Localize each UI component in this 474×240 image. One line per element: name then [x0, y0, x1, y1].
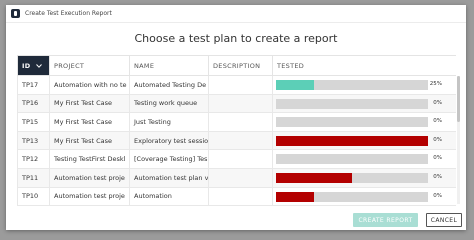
- cell-tested: 0%: [272, 167, 456, 188]
- test-plan-table: ID PROJECT NAME DESCRIPTION TESTED TP17 A…: [17, 55, 456, 207]
- table-row[interactable]: TP12 Testing TestFirst Deskl [Coverage Tes…: [17, 149, 456, 169]
- progress-bar: [276, 135, 428, 146]
- cell-project: Automation test proje: [49, 167, 130, 188]
- cell-project: My First Test Case: [49, 93, 130, 114]
- progress-percent: 0%: [433, 192, 442, 199]
- cell-name: Testing work queue: [129, 93, 209, 114]
- progress-percent: 0%: [433, 173, 442, 180]
- progress-percent: 0%: [433, 155, 442, 162]
- cell-name: Just Testing: [129, 112, 209, 132]
- table-row[interactable]: TP15 My First Test Case Just Testing 0%: [17, 112, 456, 132]
- create-report-dialog: Create Test Execution Report Choose a te…: [6, 5, 466, 230]
- table-row[interactable]: TP13 My First Test Case Exploratory test s…: [17, 130, 456, 151]
- chevron-down-icon: [36, 63, 42, 68]
- cell-name: Automation test plan v: [129, 167, 209, 188]
- cell-tested: 0%: [272, 130, 456, 151]
- test-plan-table-container: ID PROJECT NAME DESCRIPTION TESTED TP17 A…: [17, 55, 456, 207]
- cell-tested: 0%: [272, 112, 456, 132]
- cell-description: [208, 112, 273, 132]
- create-report-button[interactable]: CREATE REPORT: [353, 213, 418, 227]
- cell-description: [208, 75, 273, 95]
- cell-tested: 0%: [272, 186, 456, 207]
- cancel-button[interactable]: CANCEL: [426, 213, 462, 227]
- cell-id: TP16: [17, 93, 50, 114]
- progress-bar: [276, 98, 428, 109]
- cell-project: Testing TestFirst Deskl: [49, 149, 130, 169]
- progress-bar-fill: [276, 80, 314, 90]
- cell-description: [208, 186, 273, 207]
- table-body: TP17 Automation with no te Automated Testi…: [17, 75, 456, 207]
- cell-tested: 25%: [272, 75, 456, 95]
- app-logo-icon: [11, 9, 20, 18]
- cell-name: Automation: [129, 186, 209, 207]
- cell-id: TP10: [17, 186, 50, 207]
- cell-tested: 0%: [272, 149, 456, 169]
- progress-bar: [276, 172, 428, 183]
- cell-project: My First Test Case: [49, 112, 130, 132]
- cell-id: TP13: [17, 130, 50, 151]
- progress-bar: [276, 117, 428, 128]
- column-header-name[interactable]: NAME: [129, 55, 209, 76]
- progress-bar: [276, 80, 428, 90]
- column-header-id[interactable]: ID: [17, 55, 50, 76]
- progress-percent: 0%: [433, 118, 442, 125]
- dialog-title: Create Test Execution Report: [25, 10, 112, 17]
- cell-tested: 0%: [272, 93, 456, 114]
- cell-project: Automation test proje: [49, 186, 130, 207]
- column-header-id-label: ID: [22, 61, 31, 70]
- cell-name: Automated Testing De: [129, 75, 209, 95]
- progress-bar-fill: [276, 135, 428, 146]
- cell-id: TP15: [17, 112, 50, 132]
- cell-description: [208, 167, 273, 188]
- progress-bar-fill: [276, 191, 314, 202]
- table-header-row: ID PROJECT NAME DESCRIPTION TESTED: [17, 55, 456, 76]
- table-row[interactable]: TP17 Automation with no te Automated Testi…: [17, 75, 456, 95]
- progress-percent: 0%: [433, 136, 442, 143]
- table-scrollbar[interactable]: [457, 76, 460, 204]
- cell-id: TP17: [17, 75, 50, 95]
- cell-project: My First Test Case: [49, 130, 130, 151]
- table-row[interactable]: TP11 Automation test proje Automation test…: [17, 167, 456, 188]
- cell-id: TP12: [17, 149, 50, 169]
- dialog-titlebar: Create Test Execution Report: [6, 5, 466, 23]
- cell-description: [208, 130, 273, 151]
- cell-description: [208, 149, 273, 169]
- progress-percent: 0%: [433, 99, 442, 106]
- cell-name: [Coverage Testing] Tes: [129, 149, 209, 169]
- cell-name: Exploratory test sessio: [129, 130, 209, 151]
- cell-id: TP11: [17, 167, 50, 188]
- column-header-project[interactable]: PROJECT: [49, 55, 130, 76]
- table-row[interactable]: TP16 My First Test Case Testing work queue…: [17, 93, 456, 114]
- page-heading: Choose a test plan to create a report: [134, 32, 338, 45]
- progress-bar-fill: [276, 172, 352, 183]
- column-header-description[interactable]: DESCRIPTION: [208, 55, 273, 76]
- progress-bar: [276, 191, 428, 202]
- progress-percent: 25%: [429, 81, 442, 87]
- cell-project: Automation with no te: [49, 75, 130, 95]
- scrollbar-thumb[interactable]: [457, 76, 460, 122]
- cell-description: [208, 93, 273, 114]
- progress-bar: [276, 154, 428, 165]
- column-header-tested[interactable]: TESTED: [272, 55, 456, 76]
- table-row[interactable]: TP10 Automation test proje Automation 0%: [17, 186, 456, 207]
